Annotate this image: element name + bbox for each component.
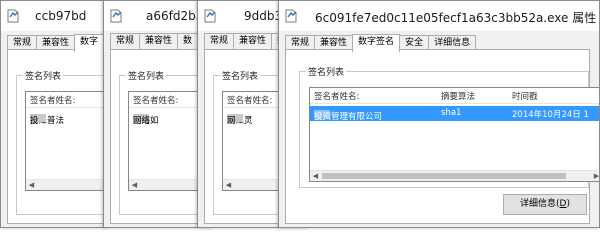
tab-general[interactable]: 常规 bbox=[110, 33, 141, 49]
tab-content: 签名列表 签名者姓名: 浙江普法 投 ◀ bbox=[7, 49, 109, 224]
scroll-left-icon[interactable]: ◀ bbox=[223, 180, 234, 190]
tab-general[interactable]: 常规 bbox=[204, 33, 235, 49]
tab-digital-signature[interactable]: 数字 bbox=[74, 34, 105, 52]
window-title: 9ddb3 bbox=[244, 9, 283, 23]
column-signer-name[interactable]: 签名者姓名: bbox=[30, 94, 75, 106]
digest-algorithm: sha1 bbox=[441, 108, 462, 118]
properties-window-1[interactable]: ccb97bd 常规 兼容性 数字 签名列表 签名者姓名: 浙江普法 投 ◀ bbox=[0, 0, 110, 228]
file-properties-icon bbox=[204, 9, 216, 23]
column-signer-name[interactable]: 签名者姓名: bbox=[227, 94, 272, 106]
timestamp: 2014年10月24日 1 bbox=[512, 110, 589, 120]
tab-content: 签名列表 签名者姓名: 摘要算法 时间戳 杭州投资管理有限公司 sha1 201… bbox=[285, 49, 599, 224]
details-button-label: 详细信息 bbox=[520, 199, 557, 209]
tab-strip: 常规兼容性数 bbox=[110, 33, 199, 50]
column-signer-name[interactable]: 签名者姓名: bbox=[314, 90, 359, 102]
details-button[interactable]: 详细信息(D) bbox=[503, 194, 587, 215]
title-bar[interactable]: ccb97bd bbox=[1, 1, 109, 31]
file-properties-icon bbox=[110, 9, 122, 23]
group-label: 签名列表 bbox=[306, 65, 347, 78]
list-header: 签名者姓名: 摘要算法 时间戳 bbox=[310, 88, 599, 104]
scroll-left-icon[interactable]: ◀ bbox=[310, 171, 321, 181]
horizontal-scrollbar[interactable]: ◀ bbox=[26, 179, 109, 190]
signer-suffix: 投 bbox=[30, 116, 39, 126]
file-properties-icon bbox=[285, 9, 297, 23]
window-title: a66fd2b3 bbox=[146, 9, 204, 23]
file-properties-icon bbox=[7, 9, 19, 23]
list-item[interactable]: 浙江普法 投 bbox=[26, 110, 109, 126]
group-label: 签名列表 bbox=[220, 69, 261, 82]
scroll-right-icon[interactable]: ▶ bbox=[591, 171, 599, 181]
properties-window-main[interactable]: 6c091fe7ed0c11e05fecf1a63c3bb52a.exe 属性 … bbox=[278, 0, 600, 228]
signature-list-group: 签名列表 签名者姓名: 摘要算法 时间戳 杭州投资管理有限公司 sha1 201… bbox=[299, 65, 599, 188]
group-label: 签名列表 bbox=[126, 69, 167, 82]
tab-strip: 常规 兼容性 数字 bbox=[7, 33, 105, 52]
tab-strip: 常规 兼容性 数字签名 安全 详细信息 bbox=[285, 33, 477, 52]
column-signer-name[interactable]: 签名者姓名: bbox=[133, 94, 178, 106]
signature-listbox[interactable]: 签名者姓名: 摘要算法 时间戳 杭州投资管理有限公司 sha1 2014年10月… bbox=[309, 87, 599, 182]
list-item[interactable]: 杭州投资管理有限公司 sha1 2014年10月24日 1 bbox=[310, 106, 599, 122]
title-bar[interactable]: 6c091fe7ed0c11e05fecf1a63c3bb52a.exe 属性 bbox=[279, 1, 599, 31]
column-timestamp[interactable]: 时间戳 bbox=[512, 90, 538, 102]
horizontal-scrollbar[interactable]: ◀ ▶ bbox=[310, 170, 599, 181]
title-bar[interactable]: a66fd2b3 bbox=[104, 1, 212, 31]
signer-suffix: 网络 bbox=[133, 116, 151, 126]
signer-suffix: 网 bbox=[227, 116, 236, 126]
signature-listbox[interactable]: 签名者姓名: 浙江普法 投 ◀ bbox=[25, 91, 109, 191]
scroll-thumb[interactable] bbox=[322, 173, 566, 179]
tab-compatibility[interactable]: 兼容性 bbox=[233, 33, 273, 49]
column-digest-algorithm[interactable]: 摘要算法 bbox=[441, 90, 475, 102]
tab-digital-signature[interactable]: 数字签名 bbox=[352, 34, 401, 52]
scroll-left-icon[interactable]: ◀ bbox=[129, 180, 140, 190]
scroll-left-icon[interactable]: ◀ bbox=[26, 180, 37, 190]
list-header[interactable]: 签名者姓名: bbox=[26, 92, 109, 108]
signer-suffix: 投资管理有限公司 bbox=[314, 112, 383, 122]
tab-compatibility[interactable]: 兼容性 bbox=[139, 33, 179, 49]
details-hotkey: D bbox=[559, 199, 567, 209]
signature-list-group: 签名列表 签名者姓名: 浙江普法 投 ◀ bbox=[16, 69, 109, 215]
window-title: ccb97bd bbox=[35, 9, 87, 23]
group-label: 签名列表 bbox=[23, 69, 64, 82]
window-title: 6c091fe7ed0c11e05fecf1a63c3bb52a.exe 属性 bbox=[315, 11, 597, 25]
tab-digital-signature[interactable]: 数 bbox=[177, 33, 199, 49]
